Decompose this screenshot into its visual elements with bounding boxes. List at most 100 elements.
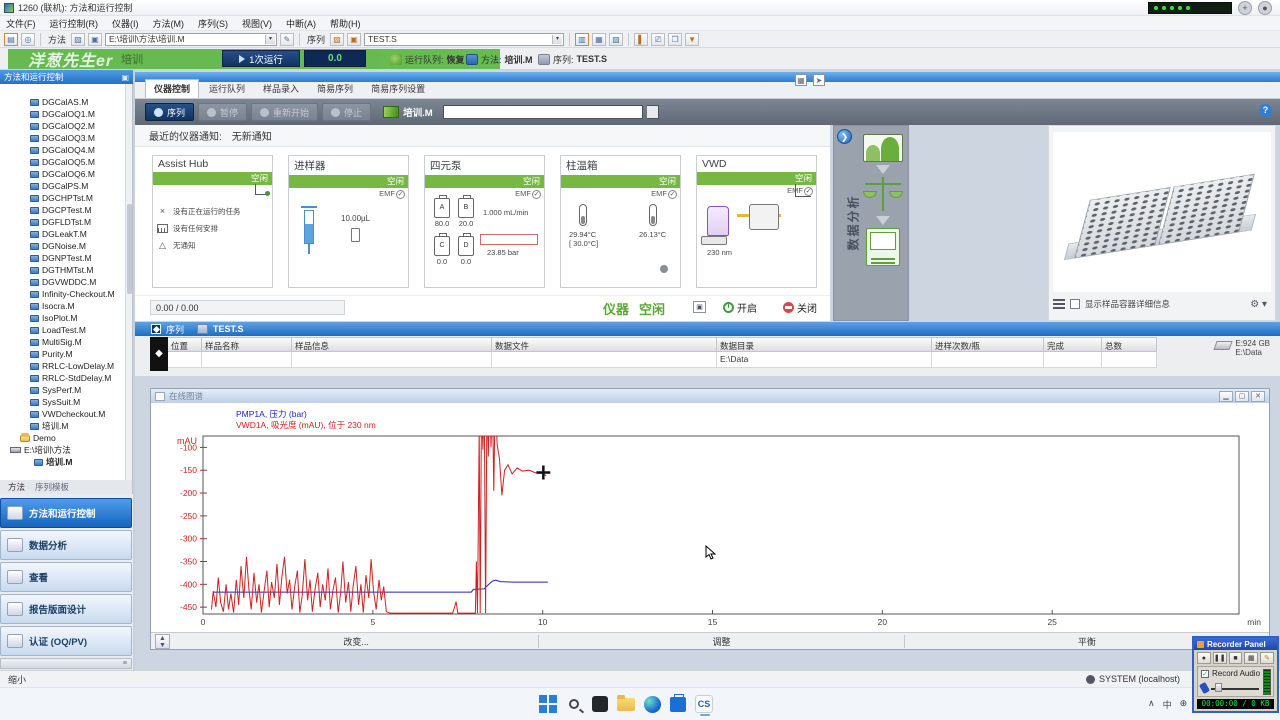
recorder-titlebar[interactable]: Recorder Panel: [1194, 638, 1277, 650]
method-tree-item[interactable]: DGCPTest.M: [0, 204, 132, 216]
method-tree-item[interactable]: DGCalOQ1.M: [0, 108, 132, 120]
sequence-combo[interactable]: TEST.S ▾: [364, 32, 565, 46]
method-tree-item[interactable]: DGCalOQ2.M: [0, 120, 132, 132]
help-button[interactable]: ?: [1259, 104, 1272, 117]
table-cell[interactable]: [1044, 352, 1102, 368]
menu-item[interactable]: 视图(V): [242, 17, 272, 30]
comment-input[interactable]: [442, 105, 643, 119]
method-tree-item[interactable]: 培训.M: [0, 456, 132, 468]
record-button[interactable]: ●: [1197, 652, 1211, 664]
chromatogram-plot[interactable]: mAU -100 -150 -200 -250 -300 -350 -400 -450 0 5 10 1…: [157, 433, 1265, 629]
search-icon[interactable]: [564, 694, 584, 714]
stop-button[interactable]: ■: [1228, 652, 1243, 664]
column-header[interactable]: 样品名称: [202, 337, 292, 352]
method-tree-item[interactable]: Infinity-Checkout.M: [0, 288, 132, 300]
method-tree-item[interactable]: DGNPTest.M: [0, 252, 132, 264]
menu-item[interactable]: 运行控制(R): [50, 17, 99, 30]
table-cell[interactable]: [292, 352, 492, 368]
method-tree-item[interactable]: DGCalOQ6.M: [0, 168, 132, 180]
instrument-on-button[interactable]: 开启: [723, 300, 757, 315]
overlay-target-icon[interactable]: +: [1238, 1, 1252, 15]
edit-method-button[interactable]: ✎: [280, 32, 295, 46]
nav-data-analysis[interactable]: 数据分析: [0, 530, 132, 560]
method-tree-item[interactable]: DGLeakT.M: [0, 228, 132, 240]
method-tree-item[interactable]: RRLC-StdDelay.M: [0, 372, 132, 384]
method-tree-item[interactable]: DGNoise.M: [0, 240, 132, 252]
card-column-oven[interactable]: 柱温箱 空闲 EMF 29.94°C [ 30.0°C] 26.13°C: [560, 155, 681, 288]
start-sequence-button[interactable]: 序列: [145, 103, 195, 121]
menu-item[interactable]: 方法(M): [153, 17, 185, 30]
single-run-button[interactable]: 1次运行: [222, 50, 300, 67]
close-icon[interactable]: ✕: [1251, 390, 1265, 402]
save-method-button[interactable]: ▣: [88, 32, 103, 46]
detail-toggle-icon[interactable]: ▣: [693, 301, 706, 313]
column-header[interactable]: 位置: [168, 337, 202, 352]
current-method-status[interactable]: 方法: 培训.M: [466, 51, 533, 67]
start-button[interactable]: [538, 694, 558, 714]
pause-button[interactable]: 暂停: [198, 103, 248, 121]
table-cell[interactable]: [1102, 352, 1157, 368]
method-tree-item[interactable]: Demo: [0, 432, 132, 444]
well-plate-right[interactable]: [1158, 173, 1255, 245]
current-sequence-status[interactable]: 序列: TEST.S: [538, 51, 607, 67]
copy-button[interactable]: ❐: [668, 32, 683, 46]
list-view-icon[interactable]: [1053, 298, 1065, 310]
print-button[interactable]: ⎚: [651, 32, 666, 46]
nav-method-run-control[interactable]: 方法和运行控制: [0, 498, 132, 528]
method-tree-item[interactable]: DGCalOQ5.M: [0, 156, 132, 168]
table-cell[interactable]: [168, 352, 202, 368]
method-tree-item[interactable]: MultiSig.M: [0, 336, 132, 348]
table-cell[interactable]: [492, 352, 717, 368]
method-tree-item[interactable]: Purity.M: [0, 348, 132, 360]
nav-pane-footer[interactable]: ≡: [0, 658, 132, 669]
column-header[interactable]: 数据文件: [492, 337, 717, 352]
change-button[interactable]: 改变...: [174, 635, 538, 648]
volume-slider-thumb[interactable]: [1215, 683, 1222, 692]
instrument-tab-1[interactable]: 运行队列: [201, 80, 253, 98]
method-tree-item[interactable]: SysSuit.M: [0, 396, 132, 408]
instrument-tab-2[interactable]: 样品录入: [255, 80, 307, 98]
menu-item[interactable]: 仪器(I): [112, 17, 139, 30]
column-header[interactable]: 样品信息: [292, 337, 492, 352]
chemstation-taskbar-icon[interactable]: CS: [694, 694, 714, 716]
filter-icon[interactable]: ▦: [795, 74, 807, 86]
open-method-button[interactable]: ▨: [71, 32, 86, 46]
nav-review[interactable]: 查看: [0, 562, 132, 592]
zoom-out-label[interactable]: 缩小: [8, 673, 26, 686]
run-queue-status[interactable]: 运行队列: 恢复: [390, 51, 465, 67]
method-tree-item[interactable]: DGTHMTst.M: [0, 264, 132, 276]
tree-scrollbar-thumb[interactable]: [127, 204, 132, 294]
microsoft-store-icon[interactable]: [668, 693, 688, 714]
method-tree-item[interactable]: RRLC-LowDelay.M: [0, 360, 132, 372]
sample-info-button[interactable]: ▦: [592, 32, 607, 46]
taskbar-app-icon[interactable]: [590, 694, 610, 714]
method-path-combo[interactable]: E:\培训\方法\培训.M ▾: [105, 32, 278, 46]
column-header[interactable]: 数据目录: [717, 337, 932, 352]
menu-item[interactable]: 文件(F): [6, 17, 36, 30]
overlay-user-icon[interactable]: ●: [1258, 1, 1272, 15]
column-header[interactable]: 完成: [1044, 337, 1102, 352]
edge-browser-icon[interactable]: [642, 694, 662, 714]
method-tree-item[interactable]: 培训.M: [0, 420, 132, 432]
stop-button[interactable]: 停止: [322, 103, 372, 121]
volume-slider[interactable]: [1198, 681, 1261, 695]
input-grip[interactable]: [646, 105, 659, 119]
tab-methods[interactable]: 方法: [8, 481, 25, 493]
tray-3d-view[interactable]: [1053, 132, 1271, 292]
well-plate-left[interactable]: [1074, 187, 1171, 259]
instrument-tab-0[interactable]: 仪器控制: [145, 79, 200, 98]
combo-dropdown-icon[interactable]: ▾: [265, 34, 276, 44]
method-tree-item[interactable]: DGFLDTst.M: [0, 216, 132, 228]
collapse-chevron-icon[interactable]: ❯: [837, 129, 852, 144]
reload-button[interactable]: ◎: [21, 32, 35, 46]
method-tree-item[interactable]: E:\培训\方法: [0, 444, 132, 456]
method-tree-item[interactable]: Isocra.M: [0, 300, 132, 312]
open-sequence-button[interactable]: ▨: [330, 32, 345, 46]
menu-item[interactable]: 中断(A): [286, 17, 316, 30]
pause-button[interactable]: ❚❚: [1212, 652, 1227, 664]
method-tree-item[interactable]: IsoPlot.M: [0, 312, 132, 324]
menu-item[interactable]: 序列(S): [198, 17, 228, 30]
minimize-icon[interactable]: ▁: [1219, 390, 1233, 402]
sequence-diamond-icon[interactable]: [151, 324, 161, 334]
mixer-button[interactable]: ▦: [1244, 652, 1259, 664]
